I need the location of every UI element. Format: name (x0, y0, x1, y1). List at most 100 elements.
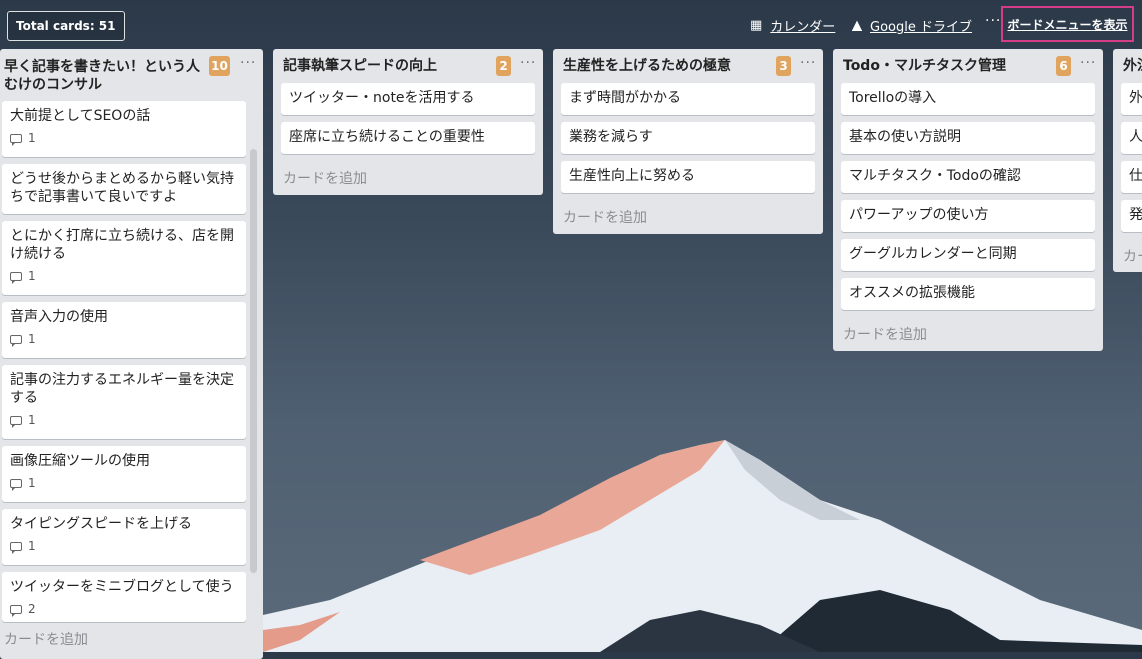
card-title: ツイッターをミニブログとして使う (10, 579, 234, 595)
list-title[interactable]: 外注 (1123, 57, 1142, 75)
card[interactable]: タイピングスピードを上げる 1 (2, 509, 246, 565)
card-title: タイピングスピードを上げる (10, 516, 192, 532)
card-title: Torelloの導入 (849, 90, 937, 106)
card[interactable]: ツイッターをミニブログとして使う 2 (2, 572, 246, 622)
card[interactable]: 人 (1121, 122, 1142, 154)
comment-count: 1 (28, 476, 36, 490)
card-title: 記事の注力するエネルギー量を決定する (10, 372, 234, 406)
calendar-link[interactable]: ▦ カレンダー (750, 16, 835, 35)
google-drive-label: Google ドライブ (870, 20, 972, 35)
card-badges: 1 (10, 129, 238, 147)
comment-icon (10, 541, 22, 554)
comment-count: 1 (28, 269, 36, 283)
total-cards-button[interactable]: Total cards: 51 (7, 11, 125, 41)
card[interactable]: Torelloの導入 (841, 83, 1095, 115)
list-outsourcing: 外注 外 人 仕 発 カー (1113, 49, 1142, 272)
add-card-button[interactable]: カードを追加 (4, 629, 88, 649)
comment-icon (10, 415, 22, 428)
card[interactable]: パワーアップの使い方 (841, 200, 1095, 232)
card[interactable]: どうせ後からまとめるから軽い気持ちで記事書いて良いですよ (2, 164, 246, 214)
card-title: オススメの拡張機能 (849, 285, 975, 301)
list-todo-multitask: Todo・マルチタスク管理 6 ··· Torelloの導入 基本の使い方説明 … (833, 49, 1103, 351)
comment-count: 1 (28, 332, 36, 346)
card-title: ツイッター・noteを活用する (289, 90, 475, 106)
comment-count: 2 (28, 602, 36, 616)
card[interactable]: マルチタスク・Todoの確認 (841, 161, 1095, 193)
card[interactable]: 記事の注力するエネルギー量を決定する 1 (2, 365, 246, 439)
card[interactable]: 仕 (1121, 161, 1142, 193)
card-title: 大前提としてSEOの話 (10, 108, 151, 124)
card-badges: 1 (10, 474, 238, 492)
card-title: 基本の使い方説明 (849, 129, 961, 145)
add-card-button[interactable]: カードを追加 (563, 207, 647, 227)
card-count-badge: 3 (776, 56, 791, 76)
card[interactable]: オススメの拡張機能 (841, 278, 1095, 310)
card[interactable]: 大前提としてSEOの話 1 (2, 101, 246, 157)
card[interactable]: まず時間がかかる (561, 83, 815, 115)
card-title: 人 (1129, 129, 1142, 145)
card-title: 生産性向上に努める (569, 168, 695, 184)
list-title[interactable]: 早く記事を書きたい！という人むけのコンサル (4, 58, 209, 94)
card-title: 業務を減らす (569, 129, 653, 145)
add-card-button[interactable]: カードを追加 (843, 324, 927, 344)
add-card-button[interactable]: カードを追加 (283, 168, 367, 188)
more-icon[interactable]: ··· (985, 13, 1001, 29)
card-badges: 2 (10, 600, 238, 618)
card-title: マルチタスク・Todoの確認 (849, 168, 1021, 184)
card-title: 仕 (1129, 168, 1142, 184)
card-title: 発 (1129, 207, 1142, 223)
list-menu-icon[interactable]: ··· (800, 55, 816, 71)
calendar-icon: ▦ (750, 18, 763, 33)
card-count-badge: 6 (1056, 56, 1071, 76)
list-consult: 早く記事を書きたい！という人むけのコンサル 10 ··· 大前提としてSEOの話… (0, 49, 263, 659)
card-badges: 1 (10, 411, 238, 429)
comment-icon (10, 334, 22, 347)
google-drive-link[interactable]: ▲ Google ドライブ (852, 16, 972, 35)
card[interactable]: 業務を減らす (561, 122, 815, 154)
comment-icon (10, 478, 22, 491)
card[interactable]: 基本の使い方説明 (841, 122, 1095, 154)
board-header: Total cards: 51 ▦ カレンダー ▲ Google ドライブ ··… (0, 0, 1142, 48)
card[interactable]: 発 (1121, 200, 1142, 232)
card-title: 外 (1129, 90, 1142, 106)
comment-count: 1 (28, 131, 36, 145)
card-badges: 1 (10, 537, 238, 555)
card-count-badge: 10 (209, 56, 230, 76)
add-card-button[interactable]: カー (1123, 246, 1142, 266)
list-menu-icon[interactable]: ··· (240, 55, 256, 71)
card[interactable]: ツイッター・noteを活用する (281, 83, 535, 115)
card-title: 座席に立ち続けることの重要性 (289, 129, 485, 145)
comment-count: 1 (28, 539, 36, 553)
list-menu-icon[interactable]: ··· (1080, 55, 1096, 71)
card-title: とにかく打席に立ち続ける、店を開け続ける (10, 228, 234, 262)
comment-icon (10, 271, 22, 284)
list-title[interactable]: Todo・マルチタスク管理 (843, 57, 1006, 75)
list-menu-icon[interactable]: ··· (520, 55, 536, 71)
card-title: どうせ後からまとめるから軽い気持ちで記事書いて良いですよ (10, 171, 234, 205)
card[interactable]: 座席に立ち続けることの重要性 (281, 122, 535, 154)
card-count-badge: 2 (496, 56, 511, 76)
card-title: 音声入力の使用 (10, 309, 108, 325)
card[interactable]: グーグルカレンダーと同期 (841, 239, 1095, 271)
calendar-label: カレンダー (770, 20, 836, 35)
card-title: まず時間がかかる (569, 90, 681, 106)
card[interactable]: 音声入力の使用 1 (2, 302, 246, 358)
card-title: グーグルカレンダーと同期 (849, 246, 1017, 262)
card[interactable]: 生産性向上に努める (561, 161, 815, 193)
card-title: パワーアップの使い方 (849, 207, 989, 223)
list-title[interactable]: 記事執筆スピードの向上 (283, 57, 437, 75)
card-title: 画像圧縮ツールの使用 (10, 453, 150, 469)
comment-count: 1 (28, 413, 36, 427)
card[interactable]: 画像圧縮ツールの使用 1 (2, 446, 246, 502)
card[interactable]: とにかく打席に立ち続ける、店を開け続ける 1 (2, 221, 246, 295)
card-badges: 1 (10, 267, 238, 285)
card[interactable]: 外 (1121, 83, 1142, 115)
comment-icon (10, 604, 22, 617)
list-productivity: 生産性を上げるための極意 3 ··· まず時間がかかる 業務を減らす 生産性向上… (553, 49, 823, 234)
board-menu-button[interactable]: ボードメニューを表示 (1001, 6, 1134, 42)
google-drive-icon: ▲ (852, 18, 862, 33)
list-title[interactable]: 生産性を上げるための極意 (563, 57, 731, 75)
list-scrollbar[interactable] (250, 149, 257, 573)
list-writing-speed: 記事執筆スピードの向上 2 ··· ツイッター・noteを活用する 座席に立ち続… (273, 49, 543, 195)
card-badges: 1 (10, 330, 238, 348)
